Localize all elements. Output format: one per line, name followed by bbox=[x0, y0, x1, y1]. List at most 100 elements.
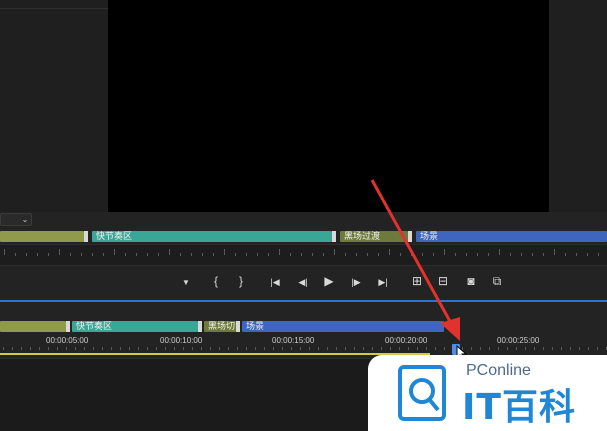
upper-marker-0[interactable] bbox=[0, 231, 84, 242]
upper-marker-1[interactable]: 快节奏区 bbox=[92, 231, 332, 242]
ruler-tick bbox=[309, 347, 310, 350]
ruler-tick bbox=[534, 347, 535, 350]
monitor-left-gutter bbox=[0, 0, 108, 212]
ruler-tick bbox=[30, 347, 31, 350]
source-time-ruler[interactable] bbox=[0, 244, 607, 266]
ruler-tick bbox=[264, 347, 265, 350]
ruler-tick bbox=[228, 347, 229, 350]
ruler-tick bbox=[565, 253, 566, 256]
ruler-tick bbox=[282, 347, 283, 350]
ruler-tick bbox=[268, 253, 269, 256]
magnifier-logo-icon bbox=[398, 365, 446, 421]
ruler-tick bbox=[180, 253, 181, 256]
ruler-tick bbox=[477, 253, 478, 256]
timeline-track-area[interactable] bbox=[0, 358, 370, 431]
ruler-tick bbox=[48, 253, 49, 256]
ruler-tick bbox=[92, 253, 93, 256]
marker-notch bbox=[198, 321, 202, 332]
ruler-tick bbox=[15, 253, 16, 256]
timecode-label: 00:00:25:00 bbox=[497, 336, 540, 345]
mark-out-button[interactable]: } bbox=[230, 270, 252, 292]
ruler-tick bbox=[579, 347, 580, 350]
lower-marker-2[interactable]: 黑场切 bbox=[204, 321, 236, 332]
ruler-tick bbox=[499, 249, 500, 255]
ruler-tick bbox=[246, 253, 247, 256]
marker-label: 场景 bbox=[246, 321, 265, 331]
ruler-tick bbox=[235, 253, 236, 256]
ruler-tick bbox=[147, 253, 148, 256]
ruler-tick bbox=[399, 347, 400, 350]
ruler-tick bbox=[323, 253, 324, 256]
ruler-tick bbox=[471, 347, 472, 350]
ruler-tick bbox=[279, 249, 280, 255]
play-icon: ▶ bbox=[324, 274, 334, 288]
ruler-tick bbox=[597, 347, 598, 350]
ruler-tick bbox=[334, 249, 335, 255]
step-back-button[interactable]: ◀| bbox=[292, 270, 314, 292]
timecode-label: 00:00:10:00 bbox=[160, 336, 203, 345]
chevron-down-icon[interactable]: ⌄ bbox=[20, 215, 30, 225]
go-to-in-icon: |◀ bbox=[270, 277, 280, 287]
ruler-tick bbox=[588, 347, 589, 350]
ruler-tick bbox=[273, 347, 274, 350]
ruler-tick bbox=[237, 347, 238, 350]
mark-in-button[interactable]: { bbox=[205, 270, 227, 292]
ruler-tick bbox=[255, 347, 256, 350]
ruler-tick bbox=[480, 347, 481, 350]
ruler-tick bbox=[363, 347, 364, 350]
work-area-bar[interactable] bbox=[0, 353, 430, 355]
marker-label: 快节奏区 bbox=[76, 321, 113, 331]
ruler-tick bbox=[576, 253, 577, 256]
marker-notch bbox=[236, 321, 240, 332]
ruler-tick bbox=[381, 347, 382, 350]
upper-marker-strip: 快节奏区 黑场过渡 场景 bbox=[0, 231, 607, 242]
ruler-tick bbox=[26, 253, 27, 256]
ruler-tick bbox=[300, 347, 301, 350]
go-to-in-button[interactable]: |◀ bbox=[264, 270, 286, 292]
ruler-tick bbox=[426, 347, 427, 350]
ruler-tick bbox=[417, 347, 418, 350]
ruler-tick bbox=[70, 253, 71, 256]
ruler-tick bbox=[521, 253, 522, 256]
ruler-tick bbox=[444, 347, 445, 350]
ruler-tick bbox=[66, 347, 67, 350]
add-marker-button[interactable]: ▼ bbox=[175, 270, 197, 292]
ruler-tick bbox=[125, 253, 126, 256]
ruler-tick bbox=[3, 347, 4, 350]
ruler-tick bbox=[552, 347, 553, 350]
play-button[interactable]: ▶ bbox=[318, 270, 340, 292]
ruler-tick bbox=[4, 249, 5, 255]
ruler-tick bbox=[507, 347, 508, 350]
ruler-tick bbox=[39, 347, 40, 350]
ruler-tick bbox=[129, 347, 130, 350]
ruler-tick bbox=[156, 347, 157, 350]
ruler-tick bbox=[408, 347, 409, 350]
marker-icon: ▼ bbox=[182, 278, 190, 287]
annotation-arrow-icon bbox=[370, 179, 460, 341]
ruler-tick bbox=[93, 347, 94, 350]
button-editor-button[interactable]: ⧉ bbox=[486, 270, 508, 292]
ruler-tick bbox=[345, 253, 346, 256]
lower-marker-1[interactable]: 快节奏区 bbox=[72, 321, 198, 332]
ruler-tick bbox=[301, 253, 302, 256]
ruler-tick bbox=[354, 347, 355, 350]
ruler-tick bbox=[120, 347, 121, 350]
ruler-tick bbox=[390, 347, 391, 350]
ruler-tick bbox=[169, 249, 170, 255]
ruler-tick bbox=[543, 253, 544, 256]
ruler-tick bbox=[219, 347, 220, 350]
ruler-tick bbox=[318, 347, 319, 350]
step-back-icon: ◀| bbox=[298, 277, 308, 287]
mark-out-icon: } bbox=[238, 274, 243, 288]
ruler-tick bbox=[532, 253, 533, 256]
marker-notch bbox=[332, 231, 336, 242]
ruler-tick bbox=[224, 249, 225, 255]
ruler-tick bbox=[138, 347, 139, 350]
program-monitor-video bbox=[108, 0, 549, 212]
ruler-tick bbox=[158, 253, 159, 256]
ruler-tick bbox=[21, 347, 22, 350]
ruler-tick bbox=[516, 347, 517, 350]
marker-notch bbox=[84, 231, 88, 242]
lower-marker-0[interactable] bbox=[0, 321, 66, 332]
ruler-tick bbox=[246, 347, 247, 350]
